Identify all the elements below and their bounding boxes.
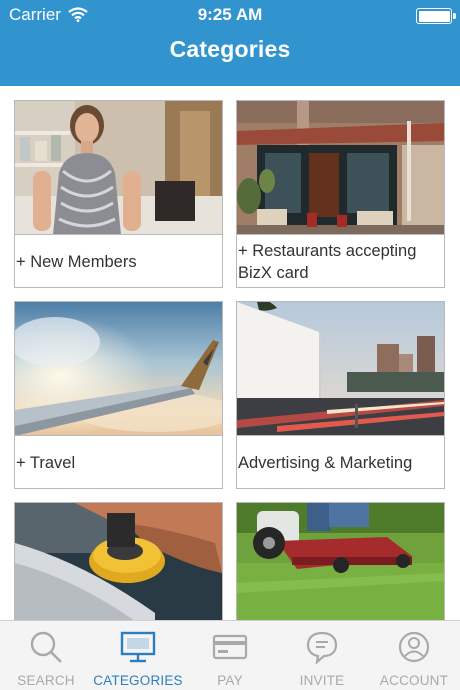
tab-account[interactable]: ACCOUNT [368, 621, 460, 690]
status-bar: Carrier 9:25 AM [0, 0, 460, 30]
tab-label: PAY [217, 673, 243, 688]
battery-icon [416, 8, 456, 24]
person-icon [396, 630, 432, 664]
category-image-new-members [15, 101, 222, 235]
category-card-automotive[interactable] [14, 502, 223, 620]
monitor-icon [120, 630, 156, 664]
category-grid: + New Members + Restaurants accepting Bi… [0, 86, 460, 620]
tab-invite[interactable]: INVITE [276, 621, 368, 690]
category-image-automotive [15, 503, 222, 620]
tab-pay[interactable]: PAY [184, 621, 276, 690]
category-label: + New Members [16, 253, 137, 271]
tab-label: CATEGORIES [93, 673, 183, 688]
category-label: Advertising & Marketing [238, 454, 413, 472]
tab-bar: SEARCH CATEGORIES PAY INVITE ACCOUNT [0, 620, 460, 690]
category-card-advertising[interactable]: Advertising & Marketing [236, 301, 445, 489]
card-icon [212, 630, 248, 664]
status-time: 9:25 AM [197, 5, 263, 24]
category-label: + Travel [16, 454, 76, 472]
category-label: + Restaurants accepting BizX card [238, 242, 417, 282]
category-image-advertising [237, 302, 444, 436]
nav-header: Carrier 9:25 AM Categories [0, 0, 460, 86]
page-title: Categories [169, 36, 291, 62]
category-image-restaurants [237, 101, 444, 235]
tab-label: ACCOUNT [379, 673, 449, 688]
category-card-restaurants[interactable]: + Restaurants accepting BizX card [236, 100, 445, 288]
tab-search[interactable]: SEARCH [0, 621, 92, 690]
category-image-landscaping [237, 503, 444, 620]
app-screen: Carrier 9:25 AM Categories + New Members… [0, 0, 460, 690]
tab-label: SEARCH [17, 673, 75, 688]
category-card-landscaping[interactable] [236, 502, 445, 620]
search-icon [28, 630, 64, 664]
chat-bubble-icon [304, 630, 340, 665]
category-card-travel[interactable]: + Travel [14, 301, 223, 489]
tab-categories[interactable]: CATEGORIES [92, 621, 184, 690]
category-card-new-members[interactable]: + New Members [14, 100, 223, 288]
tab-label: INVITE [299, 673, 345, 688]
category-image-travel [15, 302, 222, 436]
